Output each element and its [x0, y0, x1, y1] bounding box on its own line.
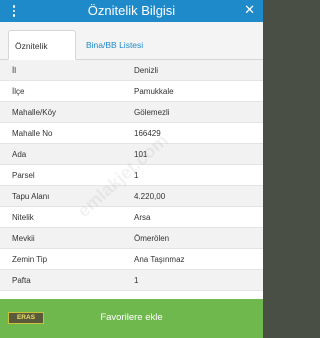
table-row: Mahalle/Köy Gölemezli — [0, 102, 263, 123]
row-value: 4.220,00 — [134, 191, 166, 201]
table-row: Zemin Tip Ana Taşınmaz — [0, 249, 263, 270]
table-row: Parsel 1 — [0, 165, 263, 186]
row-value: Ömerölen — [134, 233, 170, 243]
table-row: Mevkii Ömerölen — [0, 228, 263, 249]
row-key: Mevkii — [12, 233, 35, 243]
table-row: Mahalle No 166429 — [0, 123, 263, 144]
row-key: Parsel — [12, 170, 35, 180]
row-value: Arsa — [134, 212, 151, 222]
panel-title: Öznitelik Bilgisi — [87, 3, 176, 18]
row-value: 166429 — [134, 128, 161, 138]
row-key: Nitelik — [12, 212, 34, 222]
row-key: İlçe — [12, 86, 25, 96]
attribute-panel: Öznitelik Bilgisi ✕ Öznitelik Bilgisi Bi… — [0, 0, 263, 338]
row-value: Denizli — [134, 65, 159, 75]
row-value: 101 — [134, 149, 148, 159]
row-value: Ana Taşınmaz — [134, 254, 185, 264]
table-row: İl Denizli — [0, 60, 263, 81]
row-key: Mahalle/Köy — [12, 107, 57, 117]
row-value: Gölemezli — [134, 107, 170, 117]
row-key: Tapu Alanı — [12, 191, 50, 201]
panel-header: Öznitelik Bilgisi ✕ — [0, 0, 263, 22]
row-value: 1 — [134, 170, 139, 180]
row-key: Ada — [12, 149, 27, 159]
row-key: İl — [12, 65, 16, 75]
tab-bar: Öznitelik Bilgisi Bina/BB Listesi — [0, 22, 263, 77]
row-value: 1 — [134, 275, 139, 285]
table-row: Tapu Alanı 4.220,00 — [0, 186, 263, 207]
table-row: Ada 101 — [0, 144, 263, 165]
row-key: Zemin Tip — [12, 254, 48, 264]
attribute-table: İl Denizli İlçe Pamukkale Mahalle/Köy Gölem… — [0, 60, 263, 291]
table-row: İlçe Pamukkale — [0, 81, 263, 102]
favorites-bar[interactable]: ERAS Favorilere ekle — [0, 299, 263, 338]
close-icon[interactable]: ✕ — [244, 3, 255, 19]
table-row: Pafta 1 — [0, 270, 263, 291]
table-row: Nitelik Arsa — [0, 207, 263, 228]
tab-building-list[interactable]: Bina/BB Listesi — [80, 30, 149, 60]
tab-attribute-info[interactable]: Öznitelik Bilgisi — [8, 30, 76, 77]
add-to-favorites-button[interactable]: Favorilere ekle — [0, 312, 263, 324]
row-key: Mahalle No — [12, 128, 53, 138]
row-value: Pamukkale — [134, 86, 174, 96]
row-key: Pafta — [12, 275, 31, 285]
